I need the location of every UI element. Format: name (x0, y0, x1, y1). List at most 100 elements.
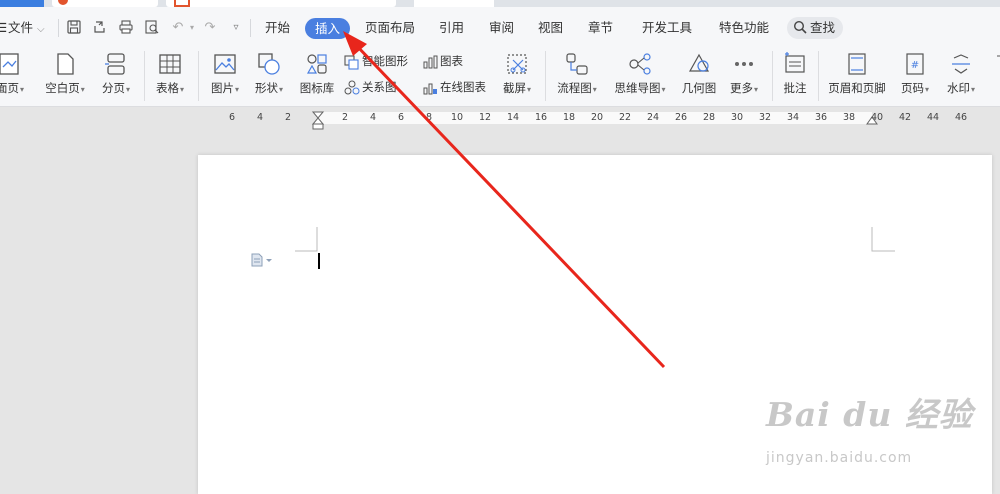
overflow-icon (997, 55, 1000, 57)
tab-chapter[interactable]: 章节 (588, 19, 613, 37)
document-tab[interactable] (52, 0, 158, 7)
chart-label: 图表 (440, 54, 463, 68)
chart-button[interactable]: 图表 (422, 52, 463, 70)
blank-page-button[interactable]: 空白页▾ (40, 52, 90, 96)
header-footer-label: 页眉和页脚 (828, 81, 886, 95)
shape-icon (258, 53, 280, 75)
app-menu-icon[interactable]: ☰ (0, 19, 7, 37)
file-menu[interactable]: 文件 ⌵ (8, 19, 45, 37)
left-indent-marker[interactable] (312, 108, 324, 130)
customize-toolbar-icon[interactable]: ▿ (228, 20, 244, 36)
save-icon[interactable] (66, 20, 82, 36)
shape-button[interactable]: 形状▾ (249, 52, 289, 96)
page-number-icon: # (906, 53, 924, 75)
search-button[interactable]: 查找 (787, 17, 843, 39)
picture-button[interactable]: 图片▾ (205, 52, 245, 96)
tab-features[interactable]: 特色功能 (719, 19, 769, 37)
horizontal-ruler[interactable]: 6 4 2 2 4 6 8 10 12 14 16 18 20 22 24 26 28 30 32 34 36 38 40 4… (0, 108, 1000, 130)
table-icon (159, 54, 181, 74)
header-footer-button[interactable]: 页眉和页脚 (825, 52, 889, 96)
chart-icon (423, 55, 438, 68)
screenshot-button[interactable]: 截屏▾ (497, 52, 537, 96)
app-tab[interactable] (0, 0, 44, 7)
paragraph-options-icon[interactable] (251, 253, 273, 270)
cover-page-icon (0, 53, 19, 75)
cover-page-button[interactable]: 面页▾ (0, 52, 30, 96)
ruler-tick-label: 4 (256, 112, 264, 123)
tab-review[interactable]: 审阅 (489, 19, 514, 37)
smart-art-button[interactable]: 智能图形 (344, 52, 408, 70)
comment-icon (785, 52, 805, 73)
tab-developer[interactable]: 开发工具 (642, 19, 692, 37)
page-number-button[interactable]: # 页码▾ (895, 52, 935, 96)
more-button[interactable]: 更多▾ (724, 52, 764, 96)
icon-library-icon (306, 54, 327, 74)
blank-page-label: 空白页 (45, 81, 80, 95)
smart-art-label: 智能图形 (362, 54, 408, 68)
tab-insert[interactable]: 插入 (305, 18, 350, 39)
print-icon[interactable] (118, 20, 134, 36)
watermark-icon (952, 54, 970, 74)
mindmap-label: 思维导图 (614, 81, 661, 95)
watermark-button[interactable]: 水印▾ (941, 52, 981, 96)
ruler-tick-label: 30 (730, 112, 744, 123)
svg-text:#: # (911, 60, 919, 71)
insert-ribbon: 面页▾ 空白页▾ 分页▾ 表格▾ 图片▾ 形状▾ 图标库 智能图形 图表 关系图… (0, 43, 1000, 107)
search-icon (793, 20, 809, 36)
chevron-down-icon[interactable]: ▾ (184, 20, 200, 36)
redo-icon[interactable]: ↷ (202, 20, 218, 36)
ruler-tick-label: 34 (786, 112, 800, 123)
file-menu-label: 文件 (8, 20, 34, 35)
document-tab-active[interactable] (414, 0, 494, 7)
divider (58, 19, 59, 37)
ruler-tick-label: 40 (870, 112, 884, 123)
comment-button[interactable]: 批注 (777, 52, 813, 96)
text-cursor (318, 253, 320, 269)
tab-references[interactable]: 引用 (439, 19, 464, 37)
page-break-button[interactable]: 分页▾ (96, 52, 136, 96)
tab-home[interactable]: 开始 (265, 19, 290, 37)
ruler-tick-label: 8 (425, 112, 433, 123)
chevron-down-icon: ⌵ (37, 24, 45, 35)
icon-library-button[interactable]: 图标库 (296, 52, 338, 96)
menu-bar: ☰ 文件 ⌵ ↶ ▾ ↷ ▿ 开始 插入 页面布局 引用 审阅 视图 章节 开发… (0, 7, 1000, 43)
table-button[interactable]: 表格▾ (150, 52, 190, 96)
picture-icon (214, 54, 236, 74)
icon-library-label: 图标库 (299, 81, 335, 95)
flowchart-button[interactable]: 流程图▾ (553, 52, 601, 96)
flowchart-label: 流程图 (557, 81, 592, 95)
geometry-button[interactable]: 几何图 (678, 52, 720, 96)
ruler-tick-label: 10 (450, 112, 464, 123)
tab-view[interactable]: 视图 (538, 19, 563, 37)
online-chart-button[interactable]: 在线图表 (422, 78, 486, 96)
table-label: 表格 (155, 81, 179, 95)
relation-chart-button[interactable]: 关系图 (344, 78, 397, 96)
divider (198, 51, 199, 101)
ribbon-overflow-item[interactable] (990, 52, 1000, 76)
ruler-tick-label: 26 (674, 112, 688, 123)
watermark-url: jingyan.baidu.com (766, 450, 913, 466)
document-tab-strip (0, 0, 1000, 7)
shape-label: 形状 (254, 81, 278, 95)
online-chart-label: 在线图表 (440, 80, 486, 94)
watermark-label: 水印 (946, 81, 970, 95)
mindmap-icon (629, 53, 651, 75)
page-break-label: 分页 (101, 81, 125, 95)
geometry-label: 几何图 (681, 81, 717, 95)
cover-page-label: 面页 (0, 81, 19, 95)
export-icon[interactable] (92, 20, 108, 36)
more-icon (735, 62, 753, 66)
page-break-icon (105, 53, 125, 75)
print-preview-icon[interactable] (144, 20, 160, 36)
ruler-tick-label: 44 (926, 112, 940, 123)
divider (250, 19, 251, 37)
divider (772, 51, 773, 101)
blank-page-icon (57, 53, 74, 75)
ruler-tick-label: 2 (284, 112, 292, 123)
smart-art-icon (344, 54, 359, 70)
document-tab[interactable] (166, 0, 396, 7)
mindmap-button[interactable]: 思维导图▾ (609, 52, 671, 96)
tab-page-layout[interactable]: 页面布局 (365, 19, 415, 37)
ruler-tick-label: 6 (397, 112, 405, 123)
page-number-label: 页码 (900, 81, 924, 95)
